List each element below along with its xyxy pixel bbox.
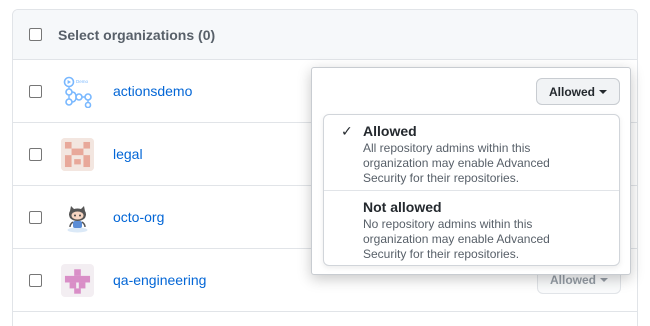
menu-item-title: Allowed [363, 123, 417, 139]
org-checkbox[interactable] [29, 273, 42, 287]
caret-down-icon [600, 278, 608, 282]
identicon-pink-icon [61, 137, 94, 171]
org-name[interactable]: actionsdemo [113, 83, 192, 99]
menu-item-allowed[interactable]: ✓ Allowed All repository admins within t… [324, 115, 619, 190]
org-checkbox[interactable] [29, 210, 42, 224]
identicon-magenta-icon [61, 263, 94, 297]
actions-demo-workflow-icon: Demo [61, 75, 94, 108]
policy-dropdown-label: Allowed [548, 84, 595, 99]
menu-item-description: All repository admins within this organi… [363, 141, 550, 185]
check-icon: ✓ [341, 123, 353, 139]
caret-down-icon [599, 89, 607, 94]
org-name[interactable]: legal [113, 146, 143, 162]
org-checkbox[interactable] [29, 84, 42, 98]
octocat-icon [61, 201, 94, 234]
svg-text:Demo: Demo [76, 79, 89, 84]
menu-item-title: Not allowed [363, 199, 442, 215]
menu-item-not-allowed[interactable]: Not allowed No repository admins within … [324, 190, 619, 267]
org-name[interactable]: qa-engineering [113, 272, 206, 288]
org-checkbox[interactable] [29, 147, 42, 161]
header-title: Select organizations (0) [58, 26, 216, 43]
panel-header: Select organizations (0) [13, 10, 637, 60]
policy-popover: Allowed ✓ Allowed All repository admins … [311, 67, 631, 275]
policy-menu: ✓ Allowed All repository admins within t… [323, 114, 620, 266]
policy-dropdown-button[interactable]: Allowed [535, 78, 620, 105]
policy-select-label: Allowed [549, 273, 596, 287]
select-all-checkbox[interactable] [29, 28, 42, 41]
menu-item-description: No repository admins within this organiz… [363, 217, 550, 261]
org-name[interactable]: octo-org [113, 209, 164, 225]
